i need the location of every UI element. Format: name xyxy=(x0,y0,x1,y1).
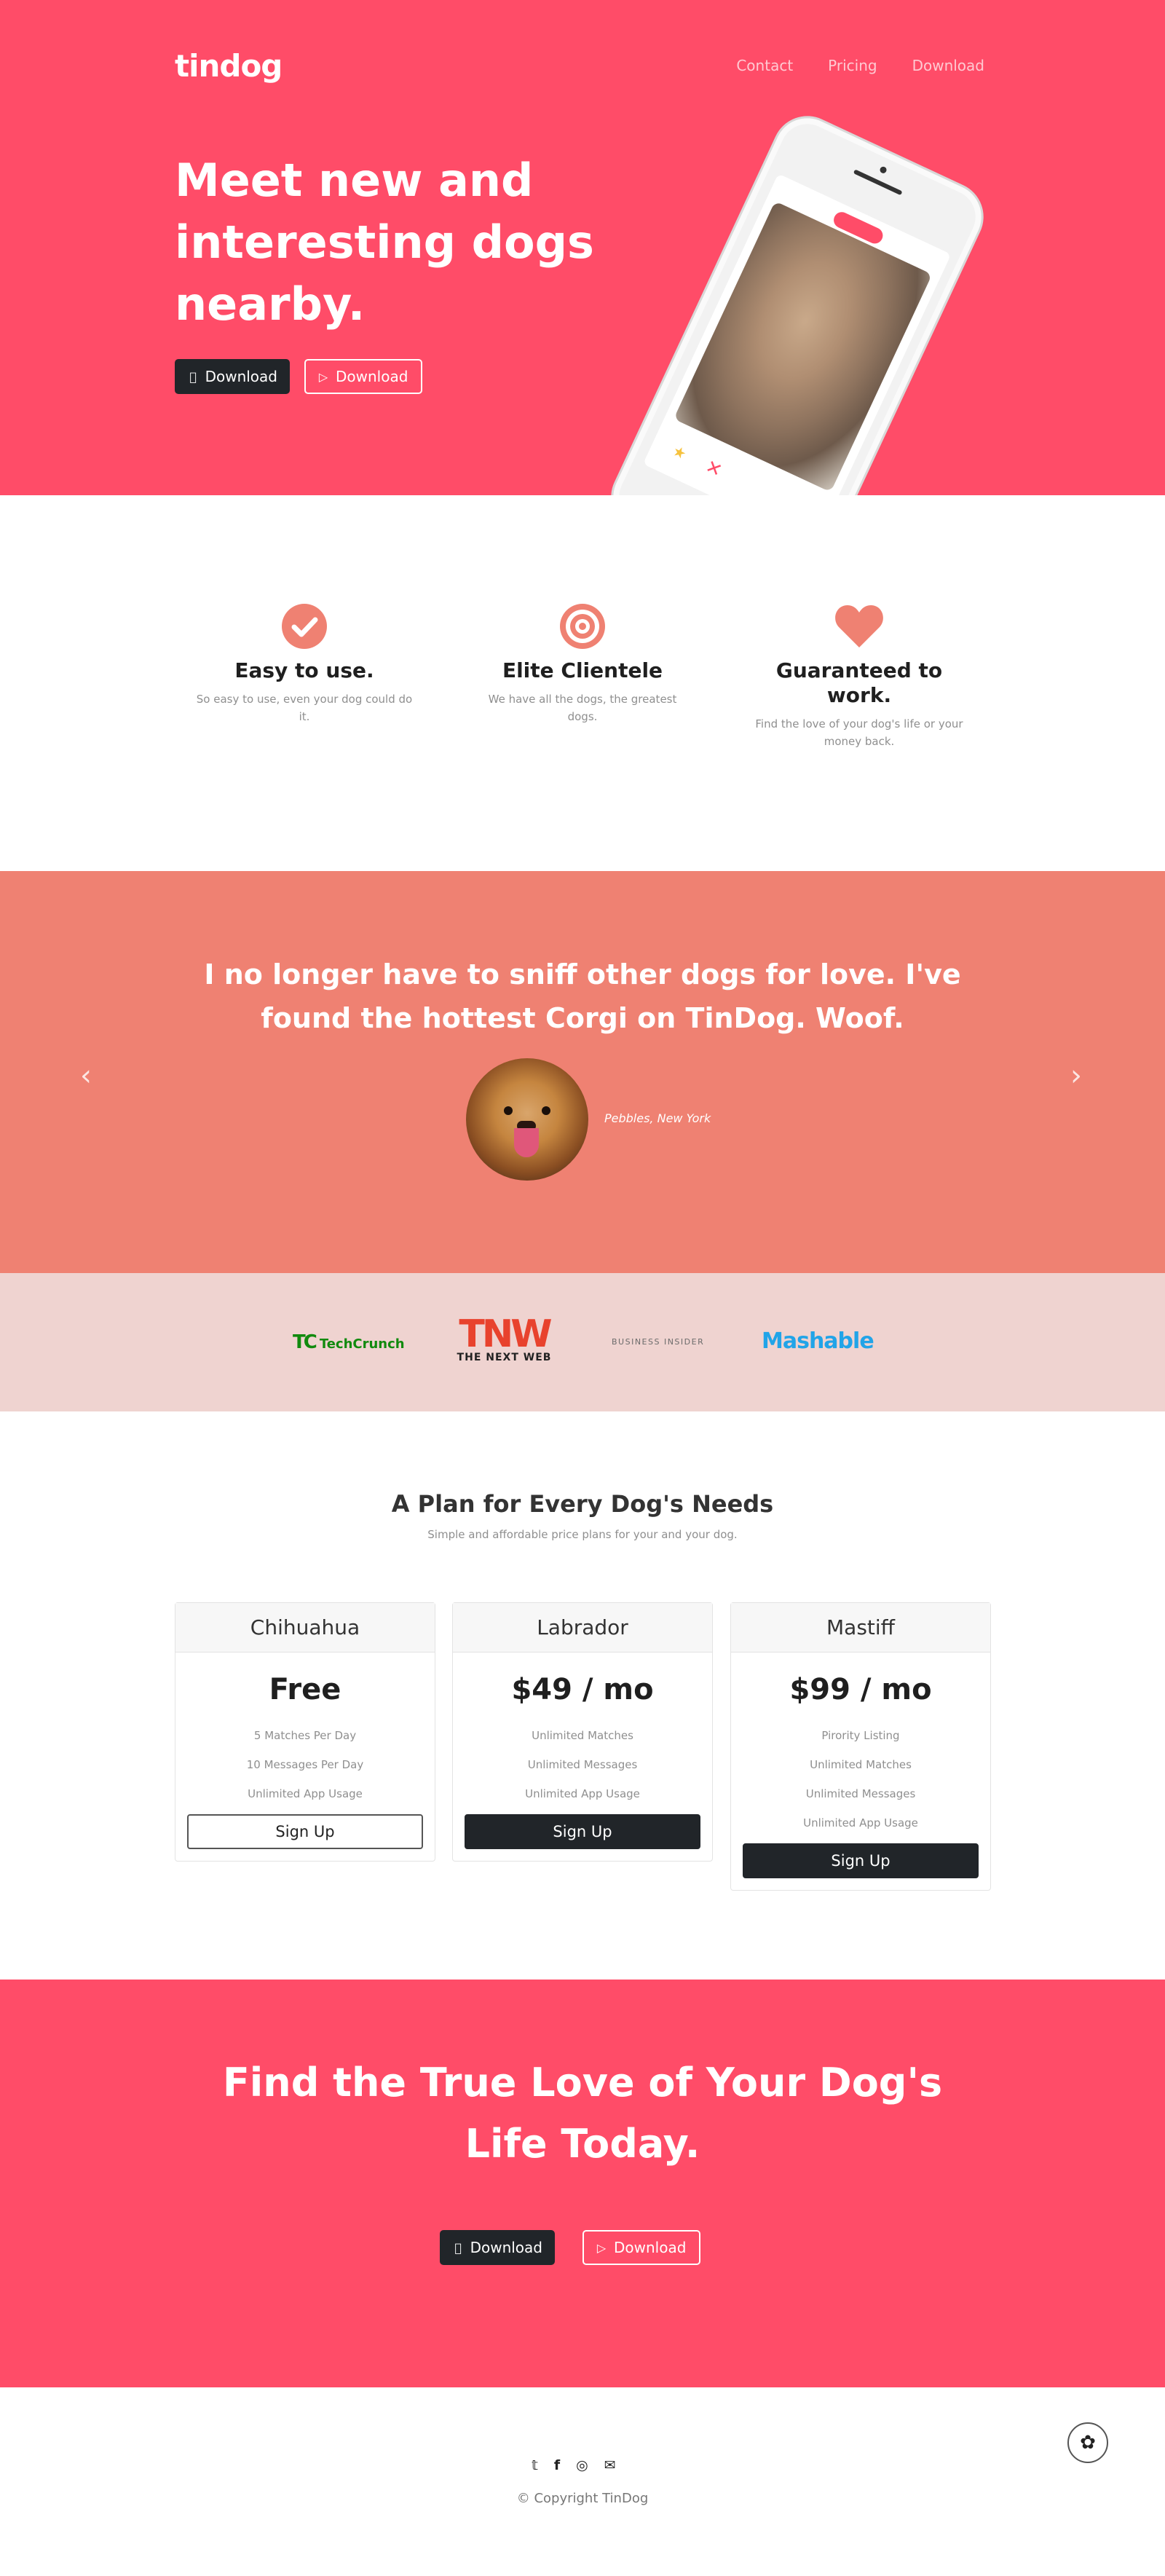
techcrunch-mark: TC xyxy=(293,1331,317,1353)
plan-price: $49 / mo xyxy=(511,1673,654,1706)
google-play-icon: ▷ xyxy=(318,369,328,384)
feature-easy-to-use: Easy to use. So easy to use, even your d… xyxy=(195,600,414,725)
card-body: Free 5 Matches Per Day 10 Messages Per D… xyxy=(175,1653,435,1861)
bullseye-icon xyxy=(473,600,692,653)
apple-icon:  xyxy=(187,370,200,384)
google-play-download-label: Download xyxy=(336,368,408,385)
envelope-icon[interactable]: ✉ xyxy=(604,2457,616,2473)
nav-link-contact[interactable]: Contact xyxy=(736,57,793,74)
testimonial-attribution: Pebbles, New York xyxy=(604,1111,711,1125)
feature-title: Elite Clientele xyxy=(502,658,663,682)
techcrunch-wordmark: TechCrunch xyxy=(319,1336,405,1352)
social-icons: 𝕥 f ◎ ✉ xyxy=(532,2457,616,2473)
plan-feature: Unlimited Matches xyxy=(532,1729,633,1742)
cta-heading: Find the True Love of Your Dog's Life To… xyxy=(222,2060,943,2167)
pricing-card-labrador: Labrador $49 / mo Unlimited Matches Unli… xyxy=(452,1602,713,1862)
twitter-icon[interactable]: 𝕥 xyxy=(532,2457,538,2473)
plan-name: Chihuahua xyxy=(175,1603,435,1653)
dog-profile-photo xyxy=(674,201,933,492)
avatar-eye xyxy=(542,1106,550,1115)
feature-title: Easy to use. xyxy=(234,658,374,682)
feature-title: Guaranteed to work. xyxy=(775,658,943,707)
business-insider-logo: BUSINESS INSIDER xyxy=(612,1337,705,1347)
google-play-icon: ▷ xyxy=(596,2240,607,2255)
apple-icon:  xyxy=(452,2241,465,2255)
nav-link-pricing[interactable]: Pricing xyxy=(828,57,877,74)
sign-up-button[interactable]: Sign Up xyxy=(743,1843,979,1878)
avatar-eye xyxy=(504,1106,513,1115)
plan-feature: Unlimited Messages xyxy=(527,1758,638,1771)
feature-elite-clientele: Elite Clientele We have all the dogs, th… xyxy=(473,600,692,725)
pricing-subheading: Simple and affordable price plans for yo… xyxy=(427,1528,738,1541)
google-play-download-button[interactable]: ▷ Download xyxy=(304,359,422,394)
check-circle-icon xyxy=(195,600,414,653)
footer: ✿ 𝕥 f ◎ ✉ © Copyright TinDog xyxy=(0,2387,1165,2576)
iphone-mockup-image: ★ ✕ xyxy=(599,104,995,495)
testimonial-quote: I no longer have to sniff other dogs for… xyxy=(204,958,961,1034)
sign-up-button[interactable]: Sign Up xyxy=(187,1814,423,1849)
mashable-logo: Mashable xyxy=(762,1328,874,1354)
apple-download-label: Download xyxy=(470,2239,542,2256)
carousel-next-icon[interactable]: › xyxy=(1070,1059,1082,1092)
card-body: $49 / mo Unlimited Matches Unlimited Mes… xyxy=(453,1653,712,1861)
feature-guaranteed: Guaranteed to work. Find the love of you… xyxy=(750,600,968,750)
google-play-download-label: Download xyxy=(614,2239,687,2256)
top-nav: Contact Pricing Download xyxy=(736,57,984,74)
testimonial-dog-avatar xyxy=(466,1058,588,1181)
feature-text: We have all the dogs, the greatest dogs. xyxy=(488,693,677,723)
pricing-card-mastiff: Mastiff $99 / mo Pirority Listing Unlimi… xyxy=(730,1602,991,1891)
plan-feature: Unlimited Messages xyxy=(805,1787,916,1800)
close-icon: ✕ xyxy=(701,455,726,483)
apple-download-button[interactable]:  Download xyxy=(440,2230,555,2265)
plan-feature: Pirority Listing xyxy=(821,1729,900,1742)
phone-screen: ★ ✕ xyxy=(642,173,952,495)
plan-name: Mastiff xyxy=(731,1603,990,1653)
heart-icon xyxy=(750,600,968,653)
feature-text: Find the love of your dog's life or your… xyxy=(755,717,963,748)
tnw-wordmark: THE NEXT WEB xyxy=(457,1352,552,1363)
pricing-card-chihuahua: Chihuahua Free 5 Matches Per Day 10 Mess… xyxy=(175,1602,435,1862)
apple-download-button[interactable]:  Download xyxy=(175,359,290,394)
plan-feature: 10 Messages Per Day xyxy=(246,1758,364,1771)
cta-section: Find the True Love of Your Dog's Life To… xyxy=(0,1980,1165,2387)
plan-feature: Unlimited App Usage xyxy=(248,1787,363,1800)
techcrunch-logo: TC TechCrunch xyxy=(293,1331,405,1353)
phone-camera xyxy=(879,165,888,175)
hero-heading: Meet new and interesting dogs nearby. xyxy=(175,154,594,331)
plan-feature: Unlimited App Usage xyxy=(525,1787,640,1800)
feature-text: So easy to use, even your dog could do i… xyxy=(196,693,413,723)
pricing-section: A Plan for Every Dog's Needs Simple and … xyxy=(0,1411,1165,1980)
plan-name: Labrador xyxy=(453,1603,712,1653)
star-icon: ★ xyxy=(670,441,690,463)
avatar-tongue xyxy=(514,1128,539,1157)
tnw-logo: TNW THE NEXT WEB xyxy=(451,1312,557,1363)
instagram-icon[interactable]: ◎ xyxy=(576,2457,588,2473)
features-section: Easy to use. So easy to use, even your d… xyxy=(0,495,1165,871)
plan-feature: 5 Matches Per Day xyxy=(253,1729,357,1742)
google-play-download-button[interactable]: ▷ Download xyxy=(582,2230,700,2265)
sign-up-button[interactable]: Sign Up xyxy=(465,1814,700,1849)
press-logos-section: TC TechCrunch TNW THE NEXT WEB BUSINESS I… xyxy=(0,1273,1165,1411)
carousel-prev-icon[interactable]: ‹ xyxy=(80,1059,92,1092)
facebook-icon[interactable]: f xyxy=(554,2457,560,2473)
testimonial-carousel: ‹ I no longer have to sniff other dogs f… xyxy=(0,871,1165,1273)
plan-feature: Unlimited App Usage xyxy=(803,1816,918,1829)
nav-link-download[interactable]: Download xyxy=(912,57,984,74)
pricing-heading: A Plan for Every Dog's Needs xyxy=(391,1490,774,1518)
apple-download-label: Download xyxy=(205,368,277,385)
plan-price: $99 / mo xyxy=(789,1673,932,1706)
tnw-mark: TNW xyxy=(459,1312,552,1356)
plan-price: Free xyxy=(269,1673,341,1706)
copyright-text: © Copyright TinDog xyxy=(516,2491,649,2506)
paw-icon[interactable]: ✿ xyxy=(1067,2422,1108,2463)
phone-speaker xyxy=(853,169,903,196)
card-body: $99 / mo Pirority Listing Unlimited Matc… xyxy=(731,1653,990,1890)
hero-section: tindog Contact Pricing Download Meet new… xyxy=(0,0,1165,495)
plan-feature: Unlimited Matches xyxy=(810,1758,912,1771)
brand-logo[interactable]: tindog xyxy=(175,48,283,84)
